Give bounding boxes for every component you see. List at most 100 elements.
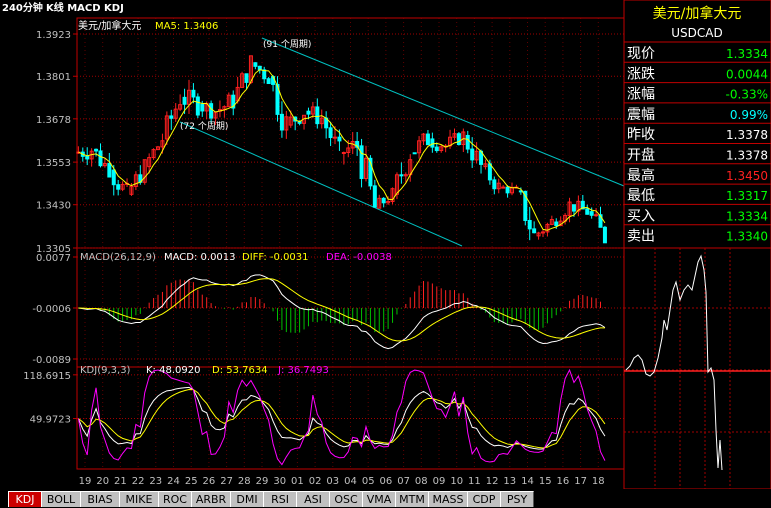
x-tick-label: 25 [185, 476, 198, 487]
annotation-high: (91 个周期) [263, 39, 311, 50]
tab-mike[interactable]: MIKE [119, 491, 159, 507]
quote-row-value: 1.3378 [726, 149, 768, 163]
candle-body [262, 69, 267, 80]
candle-body [470, 148, 475, 161]
tab-roc[interactable]: ROC [158, 491, 192, 507]
x-tick-label: 09 [433, 476, 446, 487]
main-grid [77, 18, 624, 469]
macd-legend-item: MACD: 0.0013 [164, 252, 236, 263]
tab-vma[interactable]: VMA [362, 491, 396, 507]
y-tick-label: 1.3801 [36, 72, 71, 83]
x-tick-label: 22 [132, 476, 145, 487]
quote-row-label: 买入 [627, 208, 655, 224]
x-axis: 19 20 21 22 23 24 25 26 27 28 29 30 01 02 03 04 05 06 07 08… [79, 476, 605, 487]
tab-rsi[interactable]: RSI [263, 491, 297, 507]
x-tick-label: 14 [521, 476, 534, 487]
candle-body [244, 73, 249, 83]
candle-body [333, 136, 338, 139]
tab-osc[interactable]: OSC [329, 491, 363, 507]
x-tick-label: 07 [397, 476, 410, 487]
candle-body [116, 184, 121, 190]
tab-cdp[interactable]: CDP [467, 491, 501, 507]
macd-legend-item: DEA: -0.0038 [326, 252, 392, 263]
quote-row-label: 昨收 [627, 127, 655, 143]
y-tick-label: 1.3923 [36, 30, 71, 41]
annotation-low: (72 个周期) [180, 121, 228, 132]
candle-body [425, 133, 430, 146]
candle-body [328, 127, 333, 139]
candle-body [492, 179, 497, 190]
candle-body [487, 163, 492, 181]
kdj-legend-item: K: 48.0920 [146, 365, 200, 376]
tab-dmi[interactable]: DMI [230, 491, 264, 507]
tab-psy[interactable]: PSY [500, 491, 534, 507]
candle-body [589, 211, 594, 216]
candle-body [195, 96, 200, 116]
quote-row-value: 1.3334 [726, 47, 768, 61]
quote-row-value: 1.3378 [726, 128, 768, 142]
x-tick-label: 11 [468, 476, 481, 487]
panel-frames [76, 17, 625, 470]
y-tick-label: 1.3678 [36, 115, 71, 126]
x-tick-label: 10 [450, 476, 463, 487]
tab-mass[interactable]: MASS [428, 491, 468, 507]
candle-body [465, 134, 470, 150]
macd-y-axis: 0.0077 -0.0006 -0.0089 [32, 253, 77, 366]
chart-frame [76, 17, 625, 470]
candle-body [501, 186, 506, 189]
quote-row-label: 震幅 [627, 107, 655, 123]
tab-asi[interactable]: ASI [296, 491, 330, 507]
candle-body [191, 89, 196, 98]
trend-channel [179, 37, 625, 247]
candle-body [430, 138, 435, 148]
quote-row-label: 涨跌 [627, 66, 655, 82]
macd-histogram [82, 279, 606, 333]
x-tick-label: 08 [415, 476, 428, 487]
candle-body [412, 152, 417, 155]
candle-body [341, 151, 346, 154]
main-y-axis: 1.39231.38011.36781.35531.34301.3305 [36, 30, 77, 255]
x-tick-label: 29 [256, 476, 269, 487]
tab-kdj[interactable]: KDJ [8, 491, 42, 507]
candle-body [594, 214, 599, 217]
candle-body [315, 106, 320, 125]
quote-row-label: 开盘 [627, 147, 655, 164]
series-name: 美元/加拿大元 [78, 19, 141, 32]
candle-body [532, 228, 537, 234]
candle-body [527, 219, 532, 230]
x-tick-label: 05 [362, 476, 375, 487]
quote-row-label: 最低 [627, 188, 655, 204]
quote-row-value: 1.3334 [726, 209, 768, 223]
x-tick-label: 20 [96, 476, 109, 487]
candle-body [399, 174, 404, 177]
macd-legend-item: DIFF: -0.0031 [242, 252, 309, 263]
x-tick-label: 19 [79, 476, 92, 487]
x-tick-label: 15 [539, 476, 552, 487]
quote-row-label: 涨幅 [627, 87, 655, 103]
candle-body [381, 197, 386, 204]
x-tick-label: 18 [592, 476, 605, 487]
x-tick-label: 03 [326, 476, 339, 487]
y-tick-label: 118.6915 [23, 371, 71, 382]
candle-body [434, 146, 439, 152]
indicator-tab-bar: KDJ BOLL BIAS MIKE ROC ARBR DMI RSI ASI OSC VMA MTM… [0, 489, 771, 508]
candle-body [253, 62, 258, 67]
x-tick-label: 17 [574, 476, 587, 487]
kdj-y-axis: 118.6915 49.9723 [23, 371, 77, 426]
forex-chart: 240分钟 K线 MACD KDJ 美元/加拿大元 MA5: 1.3406 (9… [2, 0, 771, 505]
macd-legend: MACD(26,12,9) MACD: 0.0013 DIFF: -0.0031 DE… [80, 252, 392, 263]
tab-bias[interactable]: BIAS [80, 491, 120, 507]
x-tick-label: 28 [238, 476, 251, 487]
j-line [77, 368, 606, 466]
candle-body [111, 169, 116, 186]
tab-boll[interactable]: BOLL [41, 491, 81, 507]
quote-row-value: 0.0044 [726, 67, 768, 81]
candle-body [602, 226, 607, 244]
candle-body [85, 155, 90, 160]
tab-arbr[interactable]: ARBR [191, 491, 231, 507]
candle-body [372, 185, 377, 208]
candle-body [266, 78, 271, 85]
x-tick-label: 23 [149, 476, 162, 487]
tab-mtm[interactable]: MTM [395, 491, 429, 507]
quote-row-value: 1.3450 [726, 169, 768, 183]
